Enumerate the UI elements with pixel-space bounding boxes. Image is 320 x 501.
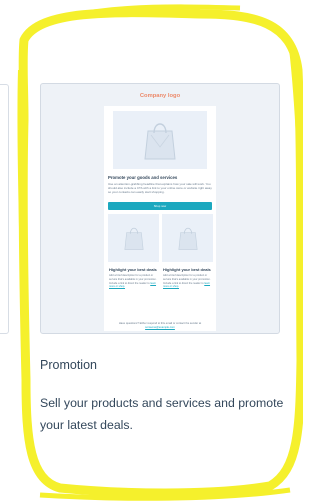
- hero-body: Use an attention-grabbing headline that …: [108, 182, 212, 194]
- shopping-bag-icon: [144, 123, 176, 160]
- email-preview: Promote your goods and services Use an a…: [104, 106, 216, 331]
- deal-body: Add a brief description for a product or…: [109, 274, 157, 289]
- email-footer: Have questions? Either respond to this e…: [118, 322, 202, 329]
- deal-image: [108, 214, 159, 262]
- deal-column-1: Highlight your best deals Add a brief de…: [108, 214, 159, 289]
- shopping-bag-icon: [177, 227, 198, 250]
- deal-body: Add a brief description for a product or…: [163, 274, 211, 289]
- template-preview[interactable]: Company logo Promote your goods and serv…: [40, 83, 280, 334]
- deal-heading: Highlight your best deals: [109, 267, 157, 272]
- shop-now-button: Shop now: [108, 202, 212, 210]
- previous-template-card[interactable]: [0, 84, 9, 334]
- company-logo: Company logo: [139, 93, 181, 99]
- hero-heading: Promote your goods and services: [108, 175, 178, 180]
- deal-column-2: Highlight your best deals Add a brief de…: [162, 214, 213, 289]
- deal-heading: Highlight your best deals: [163, 267, 211, 272]
- shopping-bag-icon: [123, 227, 144, 250]
- footer-email-link: someone@example.com: [145, 326, 175, 329]
- deal-image: [162, 214, 213, 262]
- shopping-bag-image: [113, 111, 207, 169]
- template-description: Sell your products and services and prom…: [40, 396, 284, 432]
- template-title[interactable]: Promotion: [40, 358, 97, 372]
